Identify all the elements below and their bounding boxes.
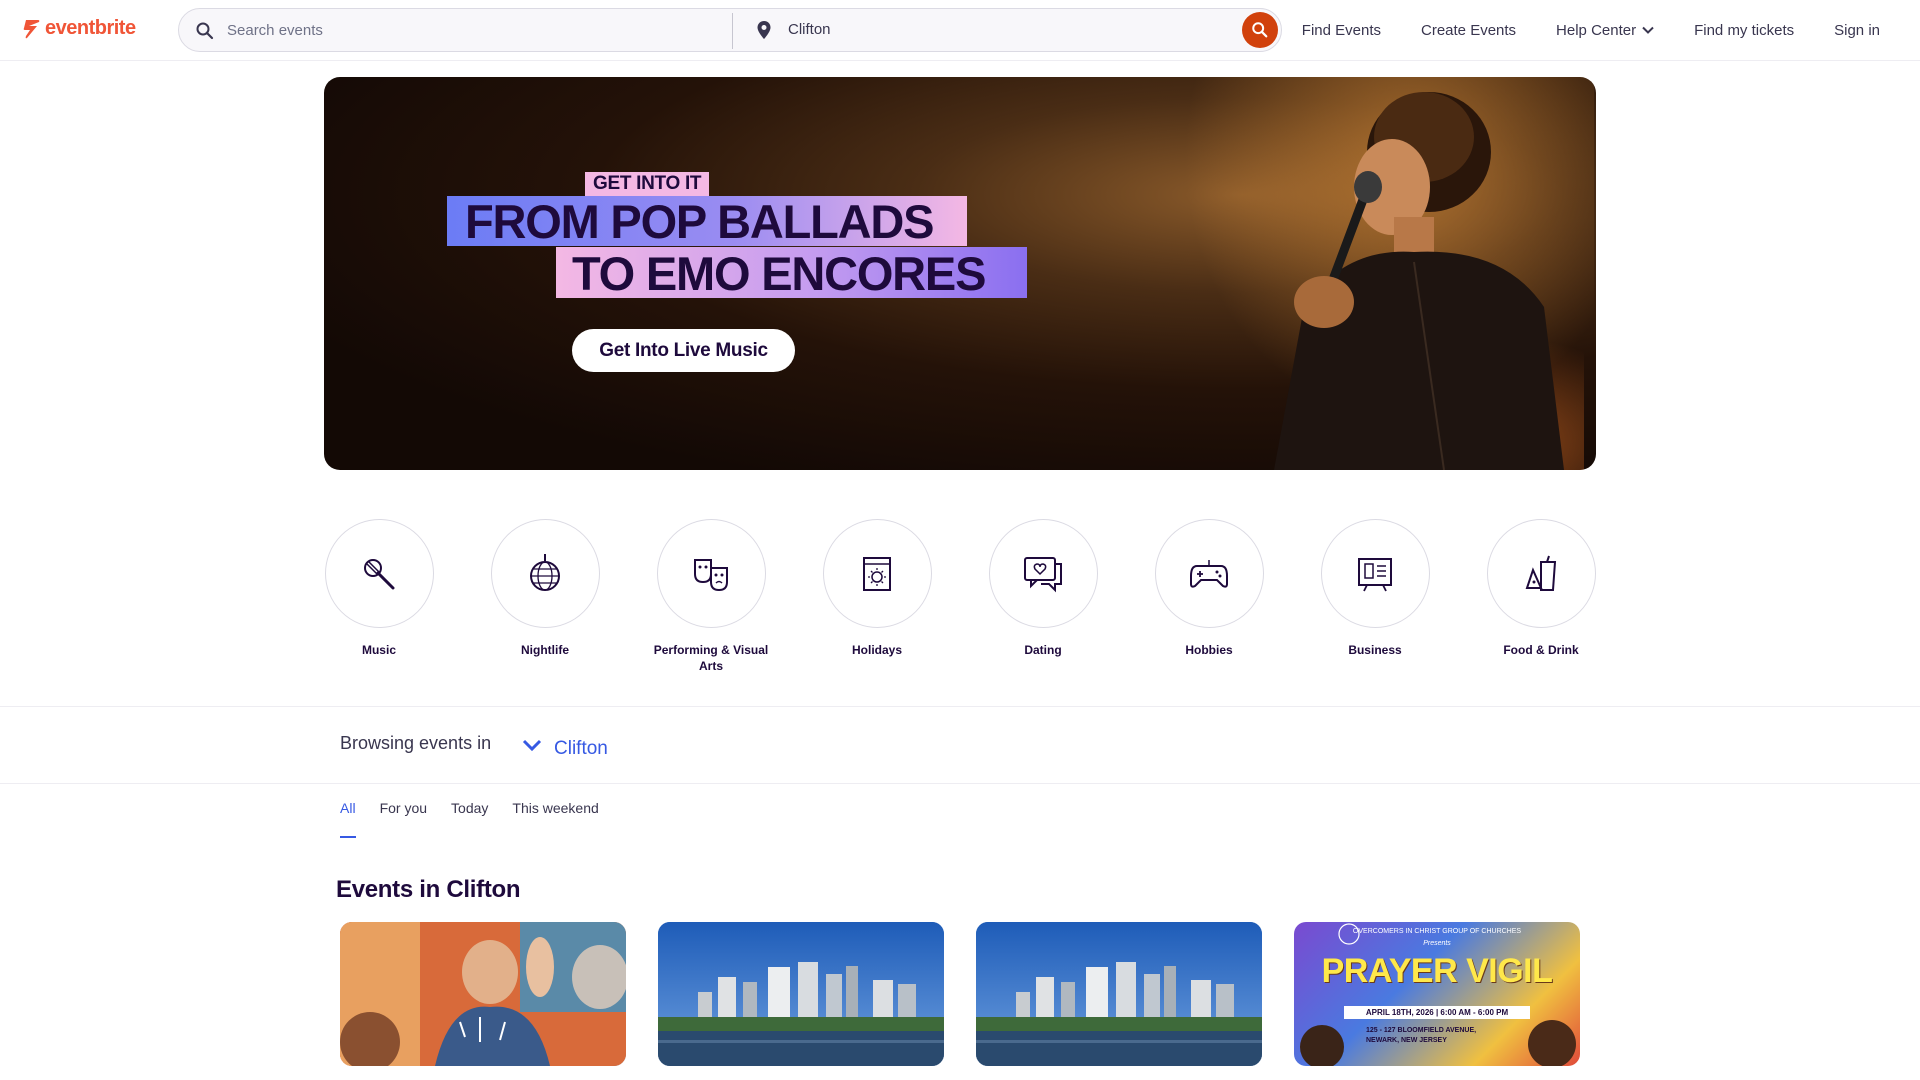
tab-all[interactable]: All (340, 800, 356, 838)
event-card-image[interactable] (658, 922, 944, 1066)
flyer-address-line2: NEWARK, NEW JERSEY (1366, 1037, 1447, 1044)
event-filter-tabs: All For you Today This weekend (340, 800, 599, 838)
flyer-address-line1: 125 - 127 BLOOMFIELD AVENUE, (1366, 1027, 1477, 1034)
category-circle (656, 519, 766, 628)
disco-ball-icon (530, 553, 560, 591)
main-nav: Find Events Create Events Help Center Fi… (1282, 0, 1920, 60)
flyer-title: PRAYER VIGIL (1321, 952, 1553, 990)
nav-help-center-label: Help Center (1556, 21, 1637, 39)
category-circle (324, 519, 434, 628)
hero-headline-line2: TO EMO ENCORES (572, 247, 986, 300)
section-divider (0, 706, 1920, 707)
category-holidays[interactable]: Holidays (822, 519, 932, 674)
category-hobbies[interactable]: Hobbies (1154, 519, 1264, 674)
event-card-image[interactable] (976, 922, 1262, 1066)
search-bar: Clifton (178, 8, 1282, 52)
nav-find-events[interactable]: Find Events (1282, 22, 1401, 39)
microphone-icon (364, 558, 395, 589)
brand-name: eventbrite (45, 17, 136, 39)
events-section-title: Events in Clifton (336, 876, 521, 903)
category-circle (822, 519, 932, 628)
category-label: Hobbies (1185, 643, 1233, 657)
chevron-down-icon (522, 739, 542, 752)
event-card-image[interactable]: OVERCOMERS IN CHRIST GROUP OF CHURCHES P… (1294, 922, 1580, 1066)
tab-for-you[interactable]: For you (380, 800, 427, 838)
category-label: Music (361, 643, 396, 657)
chat-heart-icon (1024, 556, 1062, 592)
chevron-down-icon (1642, 26, 1654, 34)
search-button[interactable] (1242, 12, 1278, 48)
section-divider (0, 783, 1920, 784)
nav-help-center[interactable]: Help Center (1536, 22, 1674, 39)
theater-masks-icon (694, 558, 728, 591)
event-cards: OVERCOMERS IN CHRIST GROUP OF CHURCHES P… (340, 922, 1580, 1066)
hero-headline-line1: FROM POP BALLADS (465, 195, 934, 248)
calendar-sun-icon (863, 556, 891, 591)
search-divider (732, 13, 733, 49)
eventbrite-logo-icon (23, 19, 40, 38)
category-circle (1320, 519, 1430, 628)
category-label: Nightlife (521, 643, 569, 657)
search-icon (1252, 22, 1268, 38)
browse-location: Clifton (554, 738, 608, 759)
event-card-image[interactable] (340, 922, 626, 1066)
category-row: Music Nightlife Performing & Visual Arts… (324, 519, 1596, 674)
category-label: Holidays (851, 643, 902, 657)
nav-sign-in[interactable]: Sign in (1814, 22, 1920, 39)
flyer-organizer: OVERCOMERS IN CHRIST GROUP OF CHURCHES (1352, 928, 1522, 935)
gamepad-icon (1190, 559, 1228, 588)
city-skyline-image (658, 922, 944, 1066)
category-dating[interactable]: Dating (988, 519, 1098, 674)
category-circle (490, 519, 600, 628)
flyer-date: APRIL 18TH, 2026 | 6:00 AM - 6:00 PM (1344, 1006, 1530, 1019)
category-performing-arts[interactable]: Performing & Visual Arts (654, 519, 768, 674)
nav-find-tickets[interactable]: Find my tickets (1674, 22, 1814, 39)
category-label: Dating (1024, 643, 1062, 657)
top-header: eventbrite Clifton Find Events Create Ev… (0, 0, 1920, 61)
people-celebrating-image (340, 922, 626, 1066)
hero-banner[interactable]: GET INTO IT FROM POP BALLADS TO EMO ENCO… (324, 77, 1596, 470)
category-music[interactable]: Music (324, 519, 434, 674)
nav-create-events[interactable]: Create Events (1401, 22, 1536, 39)
category-circle (1154, 519, 1264, 628)
flyer-address: 125 - 127 BLOOMFIELD AVENUE, NEWARK, NEW… (1366, 1026, 1476, 1046)
category-circle (988, 519, 1098, 628)
category-label: Performing & Visual Arts (653, 643, 769, 673)
category-business[interactable]: Business (1320, 519, 1430, 674)
drinks-icon (1525, 555, 1557, 591)
get-into-live-music-button[interactable]: Get Into Live Music (572, 329, 795, 372)
tab-this-weekend[interactable]: This weekend (512, 800, 598, 838)
search-icon (196, 22, 214, 40)
singer-image (1274, 92, 1564, 470)
flyer-presents: Presents (1423, 940, 1451, 947)
category-food-drink[interactable]: Food & Drink (1486, 519, 1596, 674)
category-label: Food & Drink (1503, 643, 1579, 657)
category-circle (1486, 519, 1596, 628)
city-skyline-image (976, 922, 1262, 1066)
browsing-label: Browsing events in (340, 733, 492, 753)
location-pin-icon (757, 21, 771, 39)
category-label: Business (1348, 643, 1402, 657)
eventbrite-logo[interactable]: eventbrite (23, 17, 136, 40)
category-nightlife[interactable]: Nightlife (490, 519, 600, 674)
browse-location-selector[interactable]: Clifton (522, 732, 608, 760)
presentation-icon (1358, 557, 1392, 591)
tab-today[interactable]: Today (451, 800, 488, 838)
hero-kicker: GET INTO IT (585, 172, 710, 196)
location-input[interactable]: Clifton (788, 21, 831, 38)
